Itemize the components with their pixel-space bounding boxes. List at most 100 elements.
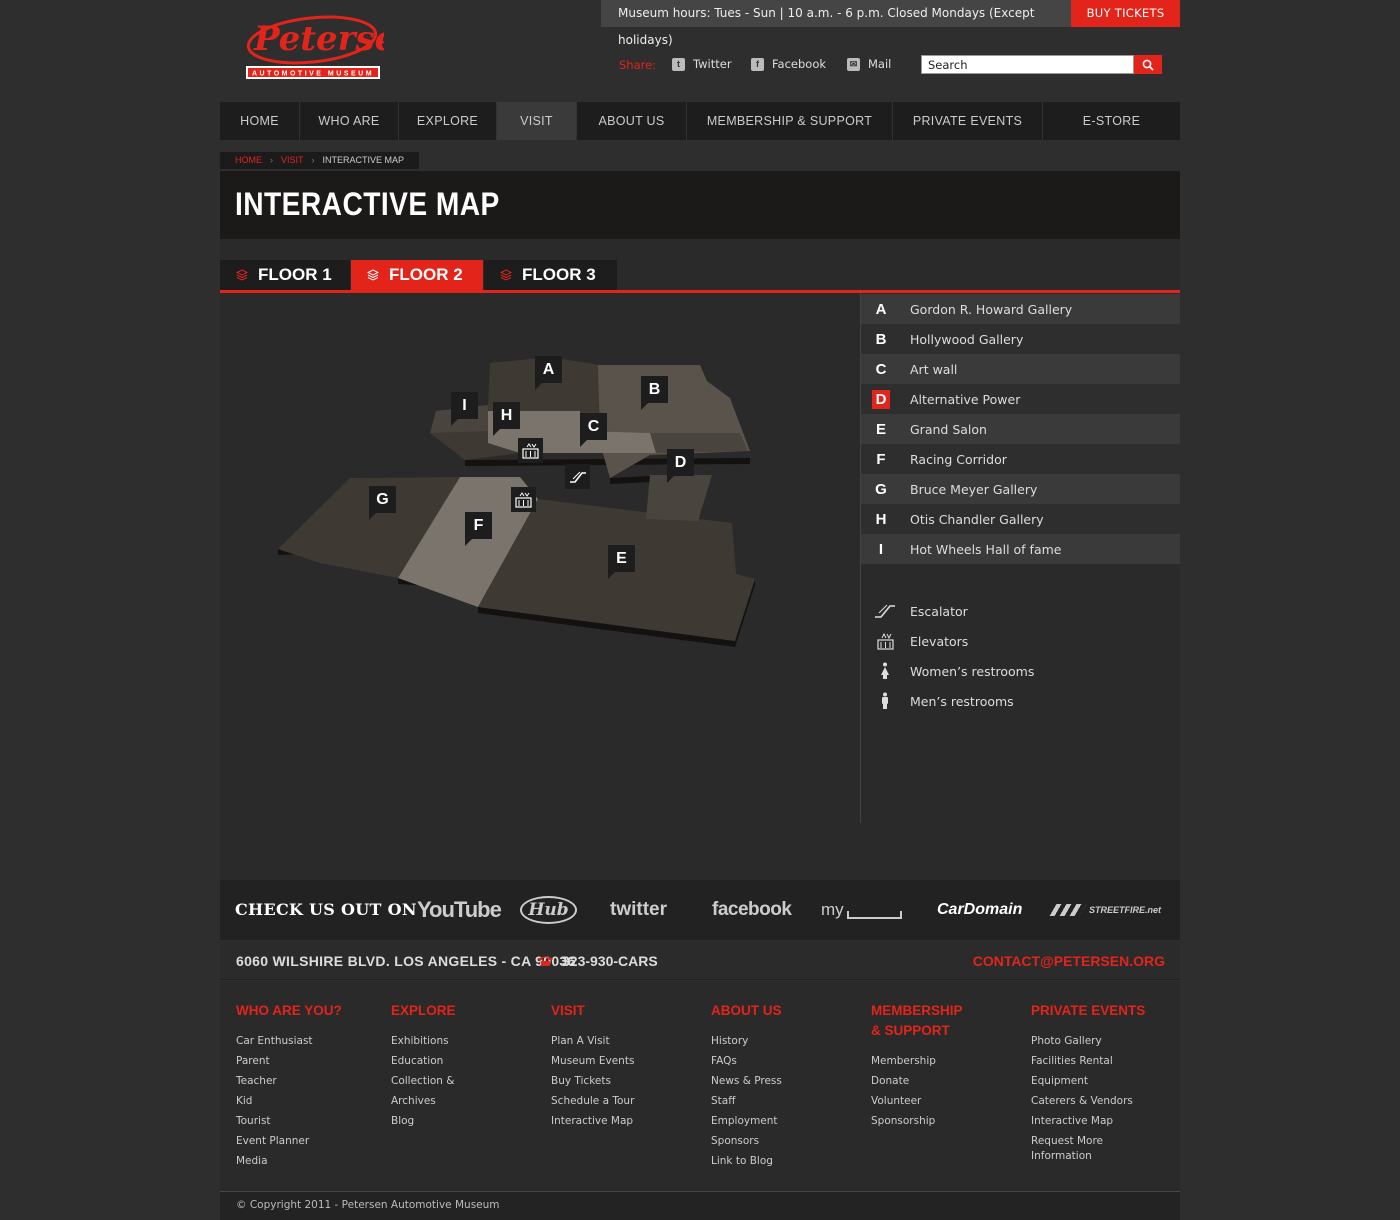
legend-item-i[interactable]: I Hot Wheels Hall of fame [861,534,1180,564]
facebook-logo[interactable]: facebook [712,897,792,923]
map-elevator-icon[interactable] [511,487,536,512]
footer-link[interactable]: Employment [711,1111,821,1131]
footer-link[interactable]: Interactive Map [1031,1111,1141,1131]
copyright: © Copyright 2011 - Petersen Automotive M… [236,1199,500,1211]
footer-heading[interactable]: MEMBERSHIP & SUPPORT [871,1001,962,1041]
legend-item-b[interactable]: B Hollywood Gallery [861,324,1180,354]
footer-link[interactable]: News & Press [711,1071,821,1091]
footer-link[interactable]: FAQs [711,1051,821,1071]
footer-link[interactable]: Teacher [236,1071,346,1091]
footer-link[interactable]: Car Enthusiast [236,1031,346,1051]
footer-link[interactable]: Membership [871,1051,981,1071]
legend-item-e[interactable]: E Grand Salon [861,414,1180,444]
footer-link[interactable]: Buy Tickets [551,1071,661,1091]
footer-col-about-us: ABOUT US History FAQs News & Press Staff… [711,1001,851,1171]
footer-link[interactable]: Photo Gallery [1031,1031,1141,1051]
map-marker-d[interactable]: D [667,449,694,483]
legend-item-c[interactable]: C Art wall [861,354,1180,384]
footer-link[interactable]: Event Planner [236,1131,346,1151]
nav-e-store[interactable]: E-STORE [1043,102,1180,140]
footer-link[interactable]: Volunteer [871,1091,981,1111]
petersen-logo[interactable]: Petersen AUTOMOTIVE MUSEUM [244,10,421,82]
legend-item-h[interactable]: H Otis Chandler Gallery [861,504,1180,534]
footer-link[interactable]: Parent [236,1051,346,1071]
nav-explore[interactable]: EXPLORE [399,102,497,140]
map-zone-d[interactable] [646,475,712,521]
footer-link[interactable]: Collection & Archives [391,1071,501,1111]
map-marker-b[interactable]: B [641,376,668,410]
footer-link[interactable]: Kid [236,1091,346,1111]
footer-link[interactable]: Interactive Map [551,1111,661,1131]
share-twitter[interactable]: t Twitter [672,57,732,71]
nav-about-us[interactable]: ABOUT US [577,102,687,140]
map-marker-i[interactable]: I [451,392,478,426]
footer-heading[interactable]: ABOUT US [711,1001,851,1021]
address: 6060 WILSHIRE BLVD. LOS ANGELES - CA 900… [236,953,576,969]
footer-link[interactable]: Media [236,1151,346,1171]
search-input[interactable] [921,55,1134,74]
footer-link[interactable]: Request More Information [1031,1131,1141,1164]
footer-link[interactable]: Education [391,1051,501,1071]
streetfire-logo[interactable]: STREETFIRE.net [1049,897,1161,923]
footer-heading[interactable]: WHO ARE YOU? [236,1001,376,1021]
breadcrumb-chevron-icon: › [270,155,273,165]
breadcrumb-current: INTERACTIVE MAP [322,155,405,165]
nav-home[interactable]: HOME [220,102,300,140]
main-nav: HOME WHO ARE YOU? EXPLORE VISIT ABOUT US… [220,102,1180,166]
nav-membership-support[interactable]: MEMBERSHIP & SUPPORT [687,102,893,140]
layers-icon [500,269,512,281]
footer-link[interactable]: Museum Events [551,1051,661,1071]
map-marker-f[interactable]: F [465,512,492,546]
footer-link[interactable]: Sponsorship [871,1111,981,1131]
myspace-logo[interactable]: my [821,897,902,923]
footer-link[interactable]: Caterers & Vendors [1031,1091,1141,1111]
share-mail[interactable]: ✉ Mail [847,57,891,71]
tab-floor-1[interactable]: FLOOR 1 [220,260,350,290]
nav-who-are-you[interactable]: WHO ARE YOU? [300,102,399,166]
footer-heading[interactable]: VISIT [551,1001,691,1021]
footer-link[interactable]: Tourist [236,1111,346,1131]
footer-link[interactable]: Plan A Visit [551,1031,661,1051]
search-button[interactable] [1134,55,1162,74]
footer-link[interactable]: Sponsors [711,1131,821,1151]
map-marker-e[interactable]: E [608,545,635,579]
legend-item-d[interactable]: D Alternative Power [861,384,1180,414]
tab-floor-3[interactable]: FLOOR 3 [484,260,617,290]
mail-icon: ✉ [847,57,860,71]
footer-link[interactable]: Equipment [1031,1071,1141,1091]
legend-item-f[interactable]: F Racing Corridor [861,444,1180,474]
map-escalator-icon[interactable] [565,464,590,489]
legend-item-g[interactable]: G Bruce Meyer Gallery [861,474,1180,504]
buy-tickets-button[interactable]: BUY TICKETS [1071,0,1180,27]
footer-link[interactable]: Staff [711,1091,821,1111]
nav-private-events[interactable]: PRIVATE EVENTS [893,102,1043,140]
footer-link[interactable]: Exhibitions [391,1031,501,1051]
youtube-logo[interactable]: YouTube [417,897,502,923]
map-marker-c[interactable]: C [580,413,607,447]
museum-hours: Museum hours: Tues - Sun | 10 a.m. - 6 p… [601,0,1071,47]
footer-link[interactable]: Donate [871,1071,981,1091]
checkered-flag-icon [1049,904,1087,916]
contact-email-link[interactable]: CONTACT@PETERSEN.ORG [973,953,1165,969]
footer-link[interactable]: Blog [391,1111,501,1131]
breadcrumb-visit[interactable]: VISIT [281,152,304,169]
legend-item-a[interactable]: A Gordon R. Howard Gallery [861,294,1180,324]
breadcrumb-home[interactable]: HOME [235,152,262,169]
footer-heading[interactable]: EXPLORE [391,1001,531,1021]
cardomain-logo[interactable]: CarDomain [937,897,1022,923]
footer-heading[interactable]: PRIVATE EVENTS [1031,1001,1171,1021]
footer-link[interactable]: Schedule a Tour [551,1091,661,1111]
tab-floor-2[interactable]: FLOOR 2 [351,260,483,290]
share-facebook[interactable]: f Facebook [751,57,826,71]
map-marker-g[interactable]: G [369,486,396,520]
map-elevator-icon[interactable] [518,438,543,463]
nav-visit[interactable]: VISIT [497,102,577,140]
footer-link[interactable]: History [711,1031,821,1051]
footer-link[interactable]: Facilities Rental [1031,1051,1141,1071]
map-marker-a[interactable]: A [535,356,562,390]
map-marker-h[interactable]: H [493,402,520,436]
twitter-logo[interactable]: twitter [610,897,667,923]
hub-logo[interactable]: Hub [520,896,577,924]
footer-link[interactable]: Link to Blog [711,1151,821,1171]
legend-escalator: Escalator [861,596,1180,626]
